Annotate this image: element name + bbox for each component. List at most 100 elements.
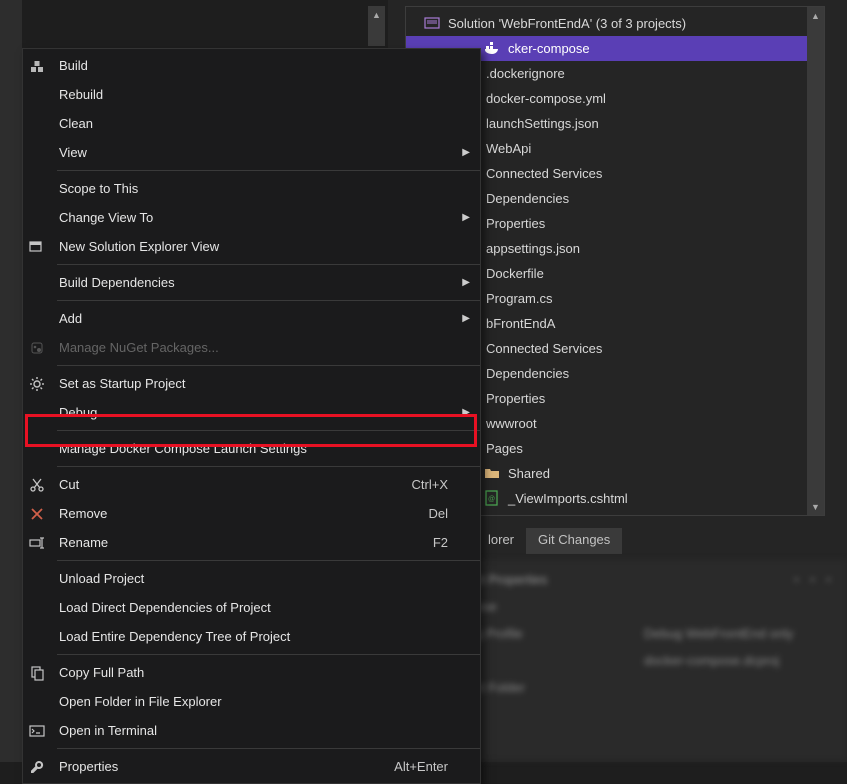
- tree-item-label: launchSettings.json: [486, 116, 599, 131]
- tab-solution-explorer[interactable]: lorer: [476, 528, 526, 554]
- tree-item-label: Properties: [486, 391, 545, 406]
- menu-cut[interactable]: Cut Ctrl+X: [23, 470, 480, 499]
- solution-icon: [424, 15, 442, 33]
- tab-git-changes[interactable]: Git Changes: [526, 528, 622, 554]
- menu-clean[interactable]: Clean: [23, 109, 480, 138]
- menu-build-dependencies[interactable]: Build Dependencies ▶: [23, 268, 480, 297]
- menu-add[interactable]: Add ▶: [23, 304, 480, 333]
- menu-label: New Solution Explorer View: [51, 239, 468, 254]
- menu-manage-docker-compose[interactable]: Manage Docker Compose Launch Settings: [23, 434, 480, 463]
- submenu-arrow-icon: ▶: [462, 147, 470, 158]
- menu-copy-full-path[interactable]: Copy Full Path: [23, 658, 480, 687]
- chevron-up-icon[interactable]: ▲: [807, 7, 824, 24]
- tree-item-label: Shared: [508, 466, 550, 481]
- solution-label: Solution 'WebFrontEndA' (3 of 3 projects…: [448, 16, 686, 31]
- solution-node[interactable]: Solution 'WebFrontEndA' (3 of 3 projects…: [406, 11, 824, 36]
- tree-item-label: wwwroot: [486, 416, 537, 431]
- menu-shortcut: Ctrl+X: [412, 477, 468, 492]
- menu-remove[interactable]: Remove Del: [23, 499, 480, 528]
- tree-item-label: Pages: [486, 441, 523, 456]
- build-icon: [23, 58, 51, 74]
- tree-item-label: docker-compose.yml: [486, 91, 606, 106]
- menu-label: Properties: [51, 759, 394, 774]
- menu-load-direct-deps[interactable]: Load Direct Dependencies of Project: [23, 593, 480, 622]
- new-view-icon: [23, 239, 51, 255]
- terminal-icon: [23, 723, 51, 739]
- tree-item-label: Dockerfile: [486, 266, 544, 281]
- menu-label: Copy Full Path: [51, 665, 468, 680]
- menu-label: Scope to This: [51, 181, 468, 196]
- tree-item-label: bFrontEndA: [486, 316, 555, 331]
- menu-label: Manage Docker Compose Launch Settings: [51, 441, 468, 456]
- tree-item-label: .dockerignore: [486, 66, 565, 81]
- menu-shortcut: Del: [428, 506, 468, 521]
- menu-build[interactable]: Build: [23, 51, 480, 80]
- copy-icon: [23, 665, 51, 681]
- menu-unload-project[interactable]: Unload Project: [23, 564, 480, 593]
- project-context-menu: Build Rebuild Clean View ▶ Scope to This…: [22, 48, 481, 784]
- menu-rename[interactable]: Rename F2: [23, 528, 480, 557]
- menu-new-solution-explorer-view[interactable]: New Solution Explorer View: [23, 232, 480, 261]
- rename-icon: [23, 535, 51, 551]
- menu-load-entire-deps[interactable]: Load Entire Dependency Tree of Project: [23, 622, 480, 651]
- tree-item-label: _ViewImports.cshtml: [508, 491, 628, 506]
- menu-label: Load Entire Dependency Tree of Project: [51, 629, 468, 644]
- menu-label: Rename: [51, 535, 433, 550]
- tree-scrollbar[interactable]: ▲ ▼: [807, 7, 824, 515]
- menu-label: Manage NuGet Packages...: [51, 340, 468, 355]
- menu-separator: [57, 654, 480, 655]
- remove-icon: [23, 506, 51, 522]
- menu-separator: [57, 300, 480, 301]
- tree-item-label: Connected Services: [486, 166, 602, 181]
- tree-item-label: Program.cs: [486, 291, 552, 306]
- menu-change-view-to[interactable]: Change View To ▶: [23, 203, 480, 232]
- submenu-arrow-icon: ▶: [462, 313, 470, 324]
- menu-label: Add: [51, 311, 468, 326]
- svg-text:@: @: [488, 496, 495, 503]
- menu-shortcut: F2: [433, 535, 468, 550]
- prop-val: Debug WebFrontEnd only: [644, 626, 793, 641]
- menu-label: Build: [51, 58, 468, 73]
- menu-label: Load Direct Dependencies of Project: [51, 600, 468, 615]
- menu-label: Debug: [51, 405, 468, 420]
- menu-open-file-explorer[interactable]: Open Folder in File Explorer: [23, 687, 480, 716]
- docker-icon: [484, 40, 502, 58]
- menu-label: Build Dependencies: [51, 275, 468, 290]
- menu-label: Set as Startup Project: [51, 376, 468, 391]
- menu-debug[interactable]: Debug ▶: [23, 398, 480, 427]
- menu-label: View: [51, 145, 468, 160]
- menu-label: Cut: [51, 477, 412, 492]
- menu-rebuild[interactable]: Rebuild: [23, 80, 480, 109]
- menu-shortcut: Alt+Enter: [394, 759, 468, 774]
- tree-item-label: appsettings.json: [486, 241, 580, 256]
- chevron-down-icon[interactable]: ▼: [807, 498, 824, 515]
- submenu-arrow-icon: ▶: [462, 277, 470, 288]
- menu-label: Unload Project: [51, 571, 468, 586]
- menu-manage-nuget: Manage NuGet Packages...: [23, 333, 480, 362]
- tree-item-label: WebApi: [486, 141, 531, 156]
- menu-open-terminal[interactable]: Open in Terminal: [23, 716, 480, 745]
- tree-item-label: Properties: [486, 216, 545, 231]
- menu-separator: [57, 748, 480, 749]
- menu-label: Remove: [51, 506, 428, 521]
- cshtml-file-icon: @: [484, 490, 502, 508]
- submenu-arrow-icon: ▶: [462, 212, 470, 223]
- menu-separator: [57, 170, 480, 171]
- gear-icon: [23, 376, 51, 392]
- menu-properties[interactable]: Properties Alt+Enter: [23, 752, 480, 781]
- cut-icon: [23, 477, 51, 493]
- menu-view[interactable]: View ▶: [23, 138, 480, 167]
- menu-separator: [57, 560, 480, 561]
- tree-item-label: Connected Services: [486, 341, 602, 356]
- wrench-icon: [23, 759, 51, 775]
- scroll-up-arrow[interactable]: ▲: [368, 6, 385, 23]
- folder-icon: [484, 465, 502, 483]
- menu-scope-to-this[interactable]: Scope to This: [23, 174, 480, 203]
- menu-separator: [57, 466, 480, 467]
- editor-scrollbar[interactable]: ▲: [368, 6, 385, 46]
- menu-set-as-startup[interactable]: Set as Startup Project: [23, 369, 480, 398]
- tool-window-tabs: lorer Git Changes: [476, 528, 622, 554]
- menu-label: Change View To: [51, 210, 468, 225]
- menu-separator: [57, 430, 480, 431]
- menu-label: Rebuild: [51, 87, 468, 102]
